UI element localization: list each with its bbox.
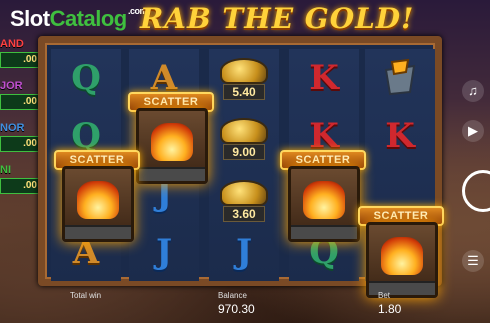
fire-icon (77, 181, 119, 219)
jackpot-grand-name: AND (0, 38, 24, 50)
jackpot-grand: AND .00 (0, 38, 40, 68)
gold-pile-icon (222, 120, 266, 142)
pickaxe-bucket-symbol (365, 49, 435, 107)
furnace-icon (136, 108, 208, 184)
jackpot-mini-amount: .00 (0, 178, 40, 194)
symbol-j: J (155, 232, 173, 272)
furnace-icon (288, 166, 360, 242)
balance-value: 970.30 (218, 302, 255, 316)
fire-icon (151, 123, 193, 161)
furnace-icon (62, 166, 134, 242)
symbol-k: K (385, 116, 415, 156)
jackpot-major-amount: .00 (0, 94, 40, 110)
right-controls: ♫ ▶ ☰ (458, 0, 490, 323)
symbol-k: K (309, 58, 339, 98)
bet-label: Bet (378, 291, 391, 300)
fire-icon (303, 181, 345, 219)
jackpot-major: JOR .00 (0, 80, 40, 110)
jackpot-grand-amount: .00 (0, 52, 40, 68)
furnace-base (139, 167, 205, 181)
jackpot-mini-name: NI (0, 164, 11, 176)
bottom-bar: Total win Balance 970.30 Bet 1.80 (0, 287, 490, 323)
gold-coin-symbol: 9.00 (209, 111, 279, 169)
gold-value: 9.00 (223, 144, 265, 160)
watermark-slot: Slot (10, 6, 50, 31)
game-title: RAB THE GOLD! (140, 2, 414, 35)
balance-label: Balance (218, 291, 247, 300)
menu-icon[interactable]: ☰ (462, 250, 484, 272)
scatter-symbol: SCATTER (54, 150, 140, 242)
total-win-label: Total win (70, 291, 102, 300)
symbol-q: Q (71, 58, 101, 98)
gold-pile-icon (222, 182, 266, 204)
jackpot-minor-amount: .00 (0, 136, 40, 152)
site-watermark: SlotCatalog .com (10, 6, 148, 32)
scatter-symbol: SCATTER (358, 206, 444, 298)
gold-pile-icon (222, 60, 266, 82)
balance-display: Balance 970.30 (218, 291, 255, 316)
gold-value: 3.60 (223, 206, 265, 222)
total-win-display: Total win (70, 291, 101, 300)
jackpot-panel: AND .00 JOR .00 NOR .00 NI .00 (0, 38, 40, 206)
reel-3: 5.40 9.00 3.60 J (209, 49, 279, 281)
furnace-base (65, 225, 131, 239)
mine-cart-icon (384, 58, 416, 96)
autoplay-icon[interactable]: ▶ (462, 120, 484, 142)
symbol-j: J (235, 232, 253, 272)
fire-icon (381, 237, 423, 275)
jackpot-major-name: JOR (0, 80, 23, 92)
watermark-catalog: Catalog (49, 6, 128, 31)
game-title-text: RAB THE GOLD! (140, 2, 415, 35)
volume-icon[interactable]: ♫ (462, 80, 484, 102)
bet-value[interactable]: 1.80 (378, 302, 401, 316)
spin-button[interactable] (462, 170, 490, 212)
scatter-symbol: SCATTER (280, 150, 366, 242)
jackpot-mini: NI .00 (0, 164, 40, 194)
bet-display: Bet 1.80 (378, 291, 401, 316)
gold-value: 5.40 (223, 84, 265, 100)
jackpot-minor: NOR .00 (0, 122, 40, 152)
furnace-base (291, 225, 357, 239)
scatter-symbol: SCATTER (128, 92, 214, 184)
gold-coin-symbol: 5.40 (209, 51, 279, 109)
jackpot-minor-name: NOR (0, 122, 25, 134)
